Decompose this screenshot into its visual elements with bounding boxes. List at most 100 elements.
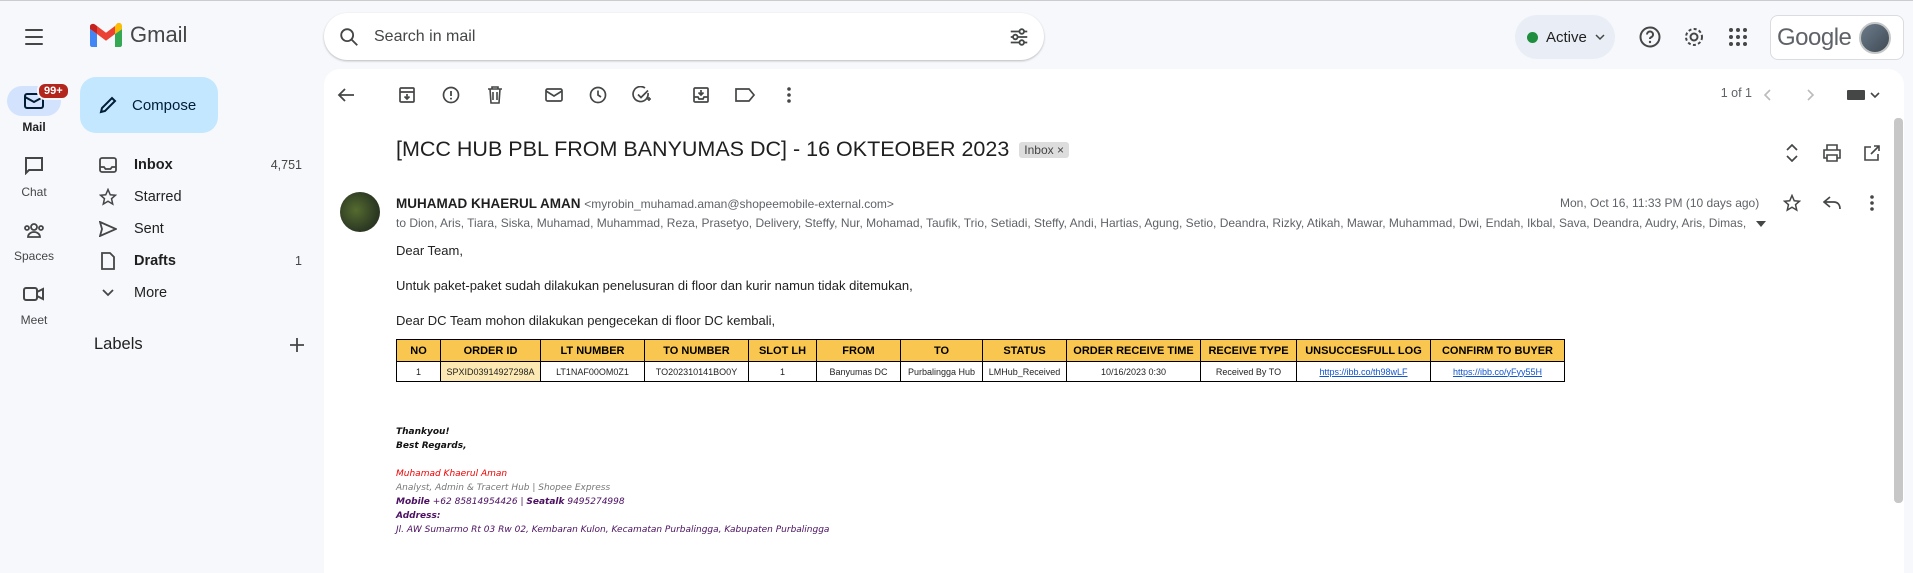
add-task-icon[interactable] [630, 83, 654, 107]
reply-icon[interactable] [1820, 191, 1844, 215]
subject-text: [MCC HUB PBL FROM BANYUMAS DC] - 16 OKTE… [396, 137, 1010, 161]
chevron-down-icon [98, 289, 118, 297]
sig-mobile-label: Mobile [396, 497, 430, 507]
add-label-icon[interactable] [290, 337, 304, 352]
delete-trash-icon[interactable] [483, 83, 507, 107]
col-header: FROM [816, 339, 901, 362]
col-header: UNSUCCESFULL LOG [1296, 339, 1431, 362]
menu-icon-line [25, 43, 43, 45]
older-chevron-right-icon[interactable] [1799, 83, 1823, 107]
draft-icon [98, 252, 118, 270]
unsuccessful-log-link[interactable]: https://ibb.co/th98wLF [1319, 367, 1407, 377]
pager-text: 1 of 1 [1720, 86, 1752, 100]
nav-item-count: 4,751 [270, 158, 302, 172]
help-icon[interactable] [1636, 23, 1664, 51]
col-header: LT NUMBER [540, 339, 645, 362]
table-row: 1 SPXID03914927298A LT1NAF00OM0Z1 TO2023… [396, 361, 1565, 382]
mail-icon: 99+ [7, 82, 70, 116]
print-icon[interactable] [1820, 141, 1844, 165]
table-cell: Banyumas DC [816, 361, 901, 382]
col-header: CONFIRM TO BUYER [1430, 339, 1565, 362]
message-panel: 1 of 1 [MCC HUB PBL FROM BANYUMAS DC] - … [324, 69, 1904, 573]
nav-item-sent[interactable]: Sent [80, 213, 312, 245]
search-icon[interactable] [338, 26, 360, 48]
label-tag-icon[interactable] [733, 83, 757, 107]
snooze-clock-icon[interactable] [586, 83, 610, 107]
unread-badge: 99+ [37, 82, 70, 100]
expand-all-icon[interactable] [1780, 141, 1804, 165]
email-signature: Thankyou! Best Regards, Muhamad Khaerul … [396, 425, 829, 537]
table-cell: 1 [748, 361, 817, 382]
nav-item-more[interactable]: More [80, 277, 312, 309]
rail-mail[interactable]: 99+ Mail [0, 82, 70, 134]
show-details-caret-icon[interactable] [1756, 221, 1766, 227]
inbox-label-tag[interactable]: Inbox × [1019, 141, 1070, 158]
input-tools-keyboard-icon[interactable] [1844, 83, 1884, 107]
video-camera-icon [7, 279, 61, 309]
nav-item-starred[interactable]: Starred [80, 181, 312, 213]
settings-gear-icon[interactable] [1680, 23, 1708, 51]
report-spam-icon[interactable] [439, 83, 463, 107]
more-vert-icon[interactable] [777, 83, 801, 107]
remove-label-icon[interactable]: × [1057, 143, 1064, 157]
search-options-icon[interactable] [1008, 26, 1030, 48]
table-cell: Received By TO [1200, 361, 1297, 382]
scrollbar-thumb[interactable] [1894, 118, 1903, 503]
table-cell-link: https://ibb.co/th98wLF [1296, 361, 1431, 382]
labels-title: Labels [94, 335, 143, 353]
rail-chat[interactable]: Chat [0, 151, 68, 199]
nav-item-count: 1 [295, 254, 302, 268]
rail-chat-label: Chat [21, 185, 47, 199]
move-to-icon[interactable] [689, 83, 713, 107]
google-account-button[interactable]: Google [1770, 15, 1904, 60]
sig-thanks: Thankyou! [396, 427, 450, 437]
message-more-vert-icon[interactable] [1860, 191, 1884, 215]
email-body: Dear Team, Untuk paket-paket sudah dilak… [396, 243, 913, 348]
recipients-line: to Dion, Aris, Tiara, Siska, Muhamad, Mu… [396, 216, 1747, 230]
col-header: STATUS [982, 339, 1067, 362]
back-arrow-icon[interactable] [334, 83, 358, 107]
search-bar[interactable] [324, 13, 1044, 60]
confirm-buyer-link[interactable]: https://ibb.co/yFyy55H [1453, 367, 1542, 377]
col-header: TO [900, 339, 983, 362]
sig-contact: Mobile +62 85814954426 | Seatalk 9495274… [396, 497, 625, 507]
send-icon [98, 221, 118, 237]
sig-seatalk-label: Seatalk [526, 497, 565, 507]
sig-regards: Best Regards, [396, 441, 467, 451]
sig-role: Analyst, Admin & Tracert Hub | Shopee Ex… [396, 483, 611, 493]
nav-item-inbox[interactable]: Inbox 4,751 [80, 149, 312, 181]
apps-grid-icon[interactable] [1724, 23, 1752, 51]
rail-spaces[interactable]: Spaces [0, 215, 68, 263]
body-line-2: Dear DC Team mohon dilakukan pengecekan … [396, 313, 776, 328]
rail-meet[interactable]: Meet [0, 279, 68, 327]
menu-icon-line [25, 36, 43, 38]
gmail-logo[interactable]: Gmail [90, 22, 187, 48]
table-cell: TO202310141BO0Y [644, 361, 749, 382]
chat-icon [7, 151, 61, 181]
status-selector[interactable]: Active [1515, 15, 1615, 59]
star-icon [98, 188, 118, 206]
sender-avatar[interactable] [340, 192, 380, 232]
sender-name[interactable]: MUHAMAD KHAERUL AMAN [396, 196, 581, 211]
rail-meet-label: Meet [20, 313, 48, 327]
google-brand-text: Google [1777, 23, 1852, 51]
nav-item-drafts[interactable]: Drafts 1 [80, 245, 312, 277]
email-subject: [MCC HUB PBL FROM BANYUMAS DC] - 16 OKTE… [396, 137, 1070, 162]
labels-header: Labels [94, 335, 304, 354]
compose-button[interactable]: Compose [80, 77, 218, 133]
table-cell: 10/16/2023 0:30 [1066, 361, 1201, 382]
inbox-tag-text: Inbox [1024, 142, 1054, 157]
search-input[interactable] [374, 27, 1008, 46]
main-menu-button[interactable] [18, 24, 50, 50]
body-line-1: Untuk paket-paket sudah dilakukan penelu… [396, 278, 913, 293]
archive-icon[interactable] [395, 83, 419, 107]
sender-email: <myrobin_muhamad.aman@shopeemobile-exter… [584, 197, 894, 211]
email-date: Mon, Oct 16, 11:33 PM (10 days ago) [1560, 196, 1760, 210]
inbox-icon [98, 157, 118, 173]
col-header: ORDER ID [440, 339, 541, 362]
app-name: Gmail [130, 22, 188, 47]
newer-chevron-left-icon[interactable] [1755, 83, 1779, 107]
mark-unread-icon[interactable] [542, 83, 566, 107]
open-new-window-icon[interactable] [1860, 141, 1884, 165]
star-message-icon[interactable] [1780, 191, 1804, 215]
